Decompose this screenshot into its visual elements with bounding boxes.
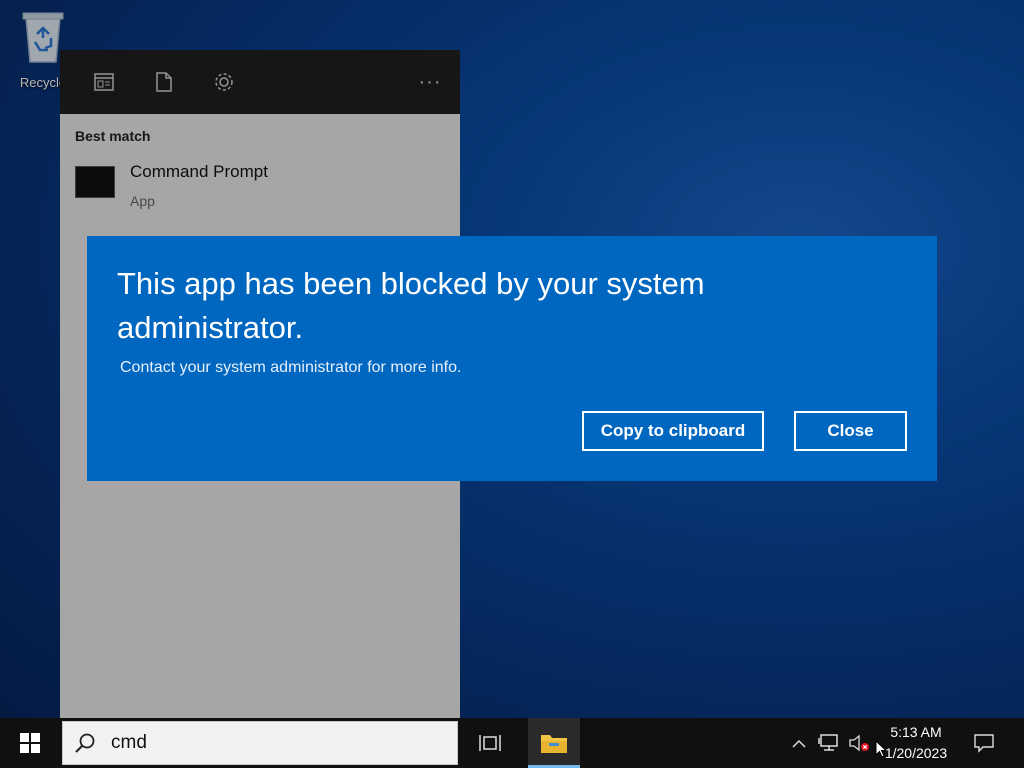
task-view-icon bbox=[479, 735, 501, 751]
action-center-button[interactable] bbox=[962, 718, 1006, 768]
dialog-message: Contact your system administrator for mo… bbox=[120, 359, 462, 376]
volume-muted-icon bbox=[849, 734, 869, 752]
notification-icon bbox=[974, 734, 994, 753]
taskbar: cmd 5:13 AM 1/20/2023 bbox=[0, 718, 1024, 768]
copy-to-clipboard-button[interactable]: Copy to clipboard bbox=[582, 411, 764, 451]
volume-button[interactable] bbox=[846, 718, 872, 768]
mouse-cursor-icon bbox=[875, 740, 887, 758]
network-icon bbox=[818, 734, 838, 751]
network-button[interactable] bbox=[814, 718, 844, 768]
taskbar-search-box[interactable]: cmd bbox=[62, 721, 458, 765]
search-icon bbox=[63, 732, 107, 754]
search-input[interactable]: cmd bbox=[111, 732, 147, 754]
clock-time: 5:13 AM bbox=[890, 724, 942, 740]
windows-logo-icon bbox=[20, 733, 40, 753]
file-explorer-taskbar-button[interactable] bbox=[528, 718, 580, 768]
close-button[interactable]: Close bbox=[794, 411, 907, 451]
show-hidden-icons-button[interactable] bbox=[786, 718, 812, 768]
blocked-app-dialog: This app has been blocked by your system… bbox=[87, 236, 937, 481]
chevron-up-icon bbox=[792, 739, 806, 748]
taskbar-clock[interactable]: 5:13 AM 1/20/2023 bbox=[880, 722, 952, 764]
task-view-button[interactable] bbox=[466, 718, 514, 768]
dialog-title: This app has been blocked by your system… bbox=[117, 266, 705, 345]
start-button[interactable] bbox=[0, 718, 60, 768]
clock-date: 1/20/2023 bbox=[884, 745, 948, 761]
file-explorer-icon bbox=[541, 735, 567, 753]
